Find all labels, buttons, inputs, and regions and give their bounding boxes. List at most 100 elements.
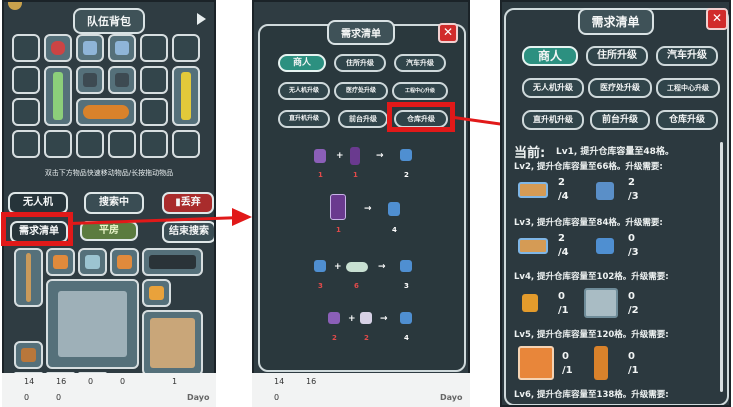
inventory-slot[interactable]	[140, 130, 168, 158]
tab-medical-upgrade[interactable]: 医疗处升级	[588, 78, 652, 98]
inventory-slot[interactable]	[12, 98, 40, 126]
recipe-count: 1	[318, 171, 323, 179]
arrow-right-icon: →	[364, 204, 372, 214]
tab-drone-upgrade[interactable]: 无人机升级	[278, 82, 330, 100]
cup-icon	[85, 255, 100, 269]
recipe-count: 4	[392, 226, 397, 234]
material-need: /3	[628, 191, 639, 202]
back-icon[interactable]	[8, 2, 22, 10]
discard-label: 丢弃	[180, 197, 201, 208]
inventory-slot[interactable]	[76, 130, 104, 158]
ground-slot[interactable]	[46, 248, 75, 276]
inventory-slot[interactable]	[44, 130, 72, 158]
ground-slot[interactable]	[14, 341, 43, 369]
inventory-slot[interactable]	[76, 34, 104, 62]
tab-front-desk-upgrade[interactable]: 前台升级	[590, 110, 650, 130]
inventory-slot[interactable]	[76, 66, 104, 94]
material-have: 0	[628, 291, 635, 302]
inventory-slot[interactable]	[172, 34, 200, 62]
recipe-row: 3 + 6 → 3	[254, 260, 468, 296]
inventory-slot[interactable]	[108, 66, 136, 94]
ground-slot[interactable]	[46, 279, 139, 369]
level-requirement: Lv4, 提升仓库容量至102格。升级需要:	[514, 272, 669, 282]
ground-slot[interactable]	[142, 310, 203, 376]
ground-slot[interactable]	[78, 248, 107, 276]
oil-bottle-icon	[181, 72, 191, 120]
close-icon[interactable]: ✕	[438, 23, 458, 43]
tab-engineering-upgrade[interactable]: 工程中心升级	[392, 82, 448, 100]
bat-icon	[26, 253, 31, 302]
arrow-right-icon: →	[378, 262, 386, 272]
recipe-output-icon	[400, 149, 412, 161]
recipe-input-icon	[350, 147, 360, 165]
inventory-slot[interactable]	[44, 66, 72, 126]
inventory-slot[interactable]	[12, 34, 40, 62]
resource-count: 16	[306, 377, 317, 386]
material-need: /2	[628, 305, 639, 316]
material-have: 2	[558, 177, 565, 188]
tab-merchant[interactable]: 商人	[278, 54, 326, 72]
close-icon[interactable]: ✕	[706, 8, 728, 30]
recipe-count: 6	[354, 282, 359, 290]
tab-car-upgrade[interactable]: 汽车升级	[656, 46, 718, 66]
tab-drone-upgrade[interactable]: 无人机升级	[522, 78, 584, 98]
material-need: /1	[562, 365, 573, 376]
play-icon[interactable]	[197, 13, 206, 25]
material-have: 0	[562, 351, 569, 362]
tab-front-desk-upgrade[interactable]: 前台升级	[338, 110, 388, 128]
inventory-slot[interactable]	[172, 130, 200, 158]
recipe-count: 2	[404, 171, 409, 179]
recipe-count: 1	[336, 226, 341, 234]
brand-logo: Dayo	[440, 393, 463, 402]
tab-house-upgrade[interactable]: 住所升级	[586, 46, 648, 66]
tab-helicopter-upgrade[interactable]: 直升机升级	[522, 110, 584, 130]
inventory-slot[interactable]	[140, 98, 168, 126]
tab-house-upgrade[interactable]: 住所升级	[334, 54, 386, 72]
ground-slot[interactable]	[110, 248, 139, 276]
demand-list-panel-small: 需求清单 ✕ 商人 住所升级 汽车升级 无人机升级 医疗处升级 工程中心升级 直…	[252, 0, 470, 407]
discard-button[interactable]: ▮丢弃	[162, 192, 214, 214]
panel-title: 需求清单	[327, 20, 395, 45]
material-have: 0	[628, 351, 635, 362]
inventory-slot[interactable]	[44, 34, 72, 62]
inventory-slot[interactable]	[76, 98, 136, 126]
recipe-output-icon	[400, 312, 412, 324]
arrow-right-icon: →	[380, 314, 388, 324]
tab-engineering-upgrade[interactable]: 工程中心升级	[656, 78, 720, 98]
inventory-slot[interactable]	[140, 34, 168, 62]
tab-helicopter-upgrade[interactable]: 直升机升级	[278, 110, 330, 128]
team-backpack-panel: 队伍背包 双击下方物品快速移动物品/长按拖动物品 无人机 搜索中 ▮丢弃 需求清…	[2, 0, 216, 407]
inventory-slot[interactable]	[172, 66, 200, 126]
medicine-icon	[149, 286, 164, 300]
tab-medical-upgrade[interactable]: 医疗处升级	[334, 82, 388, 100]
plus-icon: +	[348, 314, 356, 324]
level-requirement: Lv3, 提升仓库容量至84格。升级需要:	[514, 218, 663, 228]
searching-button[interactable]: 搜索中	[84, 192, 144, 214]
ground-slot[interactable]	[142, 248, 203, 276]
inventory-slot[interactable]	[108, 34, 136, 62]
rice-sack-icon	[150, 318, 195, 368]
inventory-slot[interactable]	[12, 66, 40, 94]
tab-warehouse-upgrade[interactable]: 仓库升级	[394, 110, 448, 128]
demand-list-button[interactable]: 需求清单	[10, 221, 68, 243]
inventory-slot[interactable]	[108, 130, 136, 158]
plus-icon: +	[334, 262, 342, 272]
jar-icon	[83, 41, 97, 55]
recipe-input-icon	[328, 312, 340, 324]
material-need: /1	[558, 305, 569, 316]
inventory-slot[interactable]	[140, 66, 168, 94]
ground-slot[interactable]	[14, 248, 43, 307]
end-search-button[interactable]: 结束搜索	[162, 221, 214, 243]
ground-slot[interactable]	[142, 279, 171, 307]
level-requirement: Lv5, 提升仓库容量至120格。升级需要:	[514, 330, 669, 340]
drone-button[interactable]: 无人机	[8, 192, 68, 214]
current-level-text: Lv1, 提升仓库容量至48格。	[556, 147, 674, 157]
fabric-icon	[53, 255, 68, 269]
inventory-slot[interactable]	[12, 130, 40, 158]
tab-car-upgrade[interactable]: 汽车升级	[394, 54, 446, 72]
tab-merchant[interactable]: 商人	[522, 46, 578, 66]
tab-warehouse-upgrade[interactable]: 仓库升级	[656, 110, 718, 130]
resource-count: 0	[24, 393, 30, 402]
recipe-row: 2 + 2 → 4	[254, 312, 468, 348]
scrollbar[interactable]	[720, 142, 723, 392]
